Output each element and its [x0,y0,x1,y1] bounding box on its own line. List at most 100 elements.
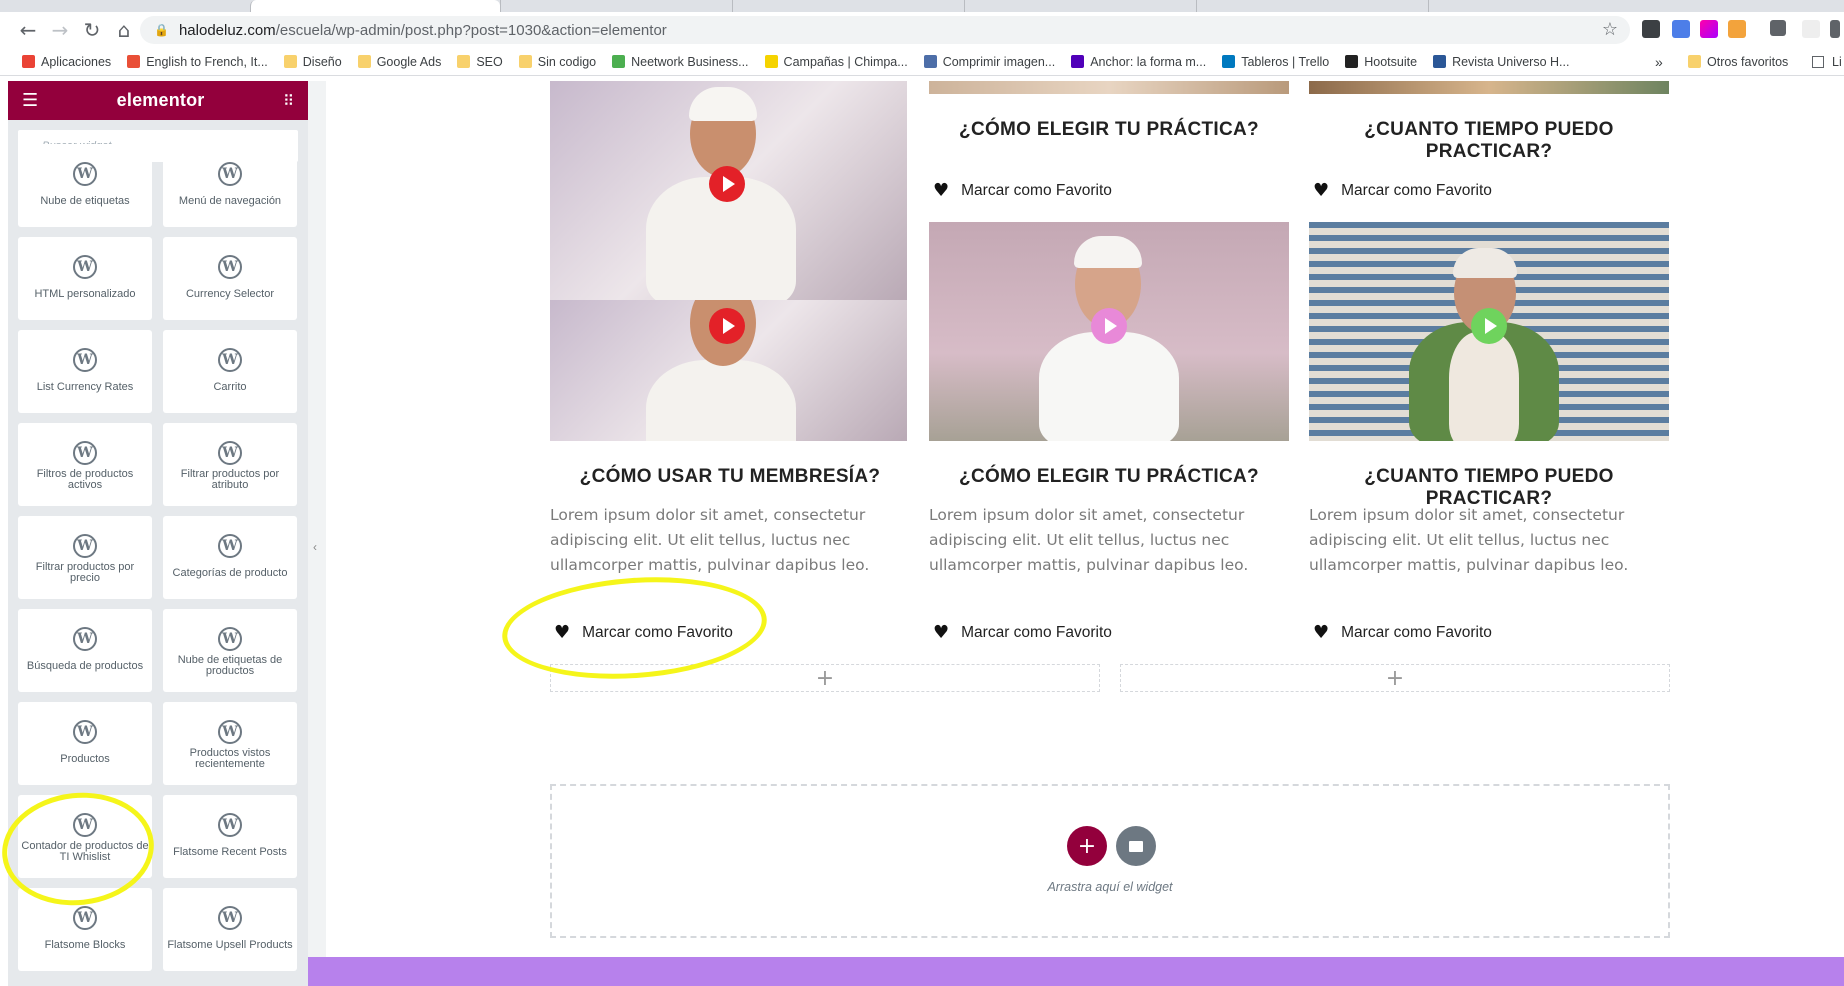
widget-tile[interactable]: W Filtrar productos por atributo [163,423,297,506]
collapse-arrow-icon[interactable]: ‹ [313,540,317,554]
folder-icon [283,55,297,68]
widgets-grid-icon[interactable]: ⠿ [283,92,294,110]
bookmark-6[interactable]: Neetwork Business... [612,55,749,69]
tab[interactable] [500,0,732,12]
widget-label: Búsqueda de productos [26,660,144,672]
favorite-button[interactable]: ♥ Marcar como Favorito [1313,622,1492,643]
widget-tile[interactable]: W Filtros de productos activos [18,423,152,506]
widget-tile[interactable]: W Búsqueda de productos [18,609,152,692]
wordpress-icon: W [218,441,242,465]
url-path: /escuela/wp-admin/post.php?post=1030&act… [275,21,667,39]
anchor-icon [1071,55,1085,68]
widget-tile[interactable]: W HTML personalizado [18,237,152,320]
extension-icon[interactable] [1672,20,1690,38]
bookmark-7[interactable]: Campañas | Chimpa... [764,55,908,69]
heart-icon: ♥ [1313,622,1330,643]
play-button-icon[interactable] [1091,308,1127,344]
url-host: halodeluz.com [178,21,276,39]
widget-tile[interactable]: W Productos vistos recientemente [163,702,297,785]
widget-tile[interactable]: W Carrito [163,330,297,413]
video-thumbnail[interactable] [1309,222,1669,441]
bookmark-10[interactable]: Tableros | Trello [1222,55,1329,69]
video-thumbnail[interactable] [550,300,907,441]
extension-icon[interactable] [1802,20,1820,38]
wordpress-icon: W [218,534,242,558]
widget-tile[interactable]: W Nube de etiquetas de productos [163,609,297,692]
widget-drop-zone[interactable]: + Arrastra aquí el widget [550,784,1670,938]
bookmark-0[interactable]: Aplicaciones [22,55,111,69]
url-bar[interactable]: 🔒 halodeluz.com/escuela/wp-admin/post.ph… [140,16,1630,44]
tab[interactable] [1428,0,1660,12]
widget-tile[interactable]: W Currency Selector [163,237,297,320]
extension-icon[interactable] [1700,20,1718,38]
widget-tile[interactable]: W Flatsome Recent Posts [163,795,297,878]
bookmark-9[interactable]: Anchor: la forma m... [1071,55,1206,69]
panel-collapse-bar[interactable]: ‹ [308,81,326,986]
play-button-icon[interactable] [709,166,745,202]
widget-tile[interactable]: W Menú de navegación [163,144,297,227]
footer-section [308,957,1844,986]
widget-tile[interactable]: W Productos [18,702,152,785]
add-section-button[interactable]: + [1067,826,1107,866]
extension-icon[interactable] [1728,20,1746,38]
tab[interactable] [1196,0,1428,12]
other-bookmarks[interactable]: Otros favoritos [1688,55,1788,69]
forward-icon[interactable]: → [44,14,76,46]
reading-list[interactable]: Li [1812,55,1842,69]
extension-icon[interactable] [1642,20,1660,38]
bookmark-5[interactable]: Sin codigo [518,55,596,69]
play-button-icon[interactable] [709,308,745,344]
home-icon[interactable]: ⌂ [108,14,140,46]
bookmark-star-icon[interactable]: ☆ [1602,19,1618,40]
card-body-text: Lorem ipsum dolor sit amet, consectetur … [1309,506,1629,574]
wordpress-icon: W [218,813,242,837]
widget-tile[interactable]: W Categorías de producto [163,516,297,599]
elementor-header: ☰ elementor ⠿ [8,81,308,120]
wordpress-icon: W [218,255,242,279]
wordpress-icon: W [73,162,97,186]
bookmark-3[interactable]: Google Ads [357,55,441,69]
puzzle-icon[interactable] [1770,20,1786,36]
bookmark-12[interactable]: Revista Universo H... [1433,55,1569,69]
widget-label: Categorías de producto [172,567,288,579]
widget-tile[interactable]: W Nube de etiquetas [18,144,152,227]
back-icon[interactable]: ← [12,14,44,46]
video-thumbnail[interactable] [929,81,1289,94]
bookmark-11[interactable]: Hootsuite [1345,55,1417,69]
widget-tile[interactable]: W Flatsome Upsell Products [163,888,297,971]
wordpress-icon: W [218,162,242,186]
bookmark-8[interactable]: Comprimir imagen... [923,55,1055,69]
play-button-icon[interactable] [1471,308,1507,344]
template-library-folder-icon[interactable] [1116,826,1156,866]
video-thumbnail[interactable] [550,81,907,300]
menu-icon[interactable] [1830,20,1840,38]
active-tab[interactable] [250,0,500,12]
bookmark-4[interactable]: SEO [457,55,503,69]
address-bar-row: ← → ↻ ⌂ 🔒 halodeluz.com/escuela/wp-admin… [0,12,1844,48]
video-thumbnail[interactable] [1309,81,1669,94]
folder-icon [1688,55,1701,68]
drop-zone-text: Arrastra aquí el widget [1047,880,1173,894]
bookmark-1[interactable]: English to French, It... [127,55,268,69]
card-title: ¿CÓMO ELEGIR TU PRÁCTICA? [959,119,1259,140]
widget-tile[interactable]: W Filtrar productos por precio [18,516,152,599]
tab[interactable] [732,0,964,12]
favorite-button[interactable]: ♥ Marcar como Favorito [1313,180,1492,201]
widget-tile[interactable]: W List Currency Rates [18,330,152,413]
reload-icon[interactable]: ↻ [76,14,108,46]
favorite-button[interactable]: ♥ Marcar como Favorito [933,622,1112,643]
more-bookmarks-icon[interactable]: » [1655,54,1663,70]
tab[interactable] [964,0,1196,12]
video-thumbnail[interactable] [929,222,1289,441]
bookmark-icon [1433,55,1447,68]
compress-icon [923,55,937,68]
add-element-placeholder[interactable]: + [1120,664,1670,692]
favorite-button[interactable]: ♥ Marcar como Favorito [933,180,1112,201]
bookmark-2[interactable]: Diseño [283,55,342,69]
folder-icon [457,55,471,68]
widget-label: Flatsome Recent Posts [173,846,287,858]
wordpress-icon: W [73,441,97,465]
hamburger-menu-icon[interactable]: ☰ [22,90,38,111]
card-title: ¿CÓMO USAR TU MEMBRESÍA? [579,466,881,487]
video-figure [1453,248,1517,278]
